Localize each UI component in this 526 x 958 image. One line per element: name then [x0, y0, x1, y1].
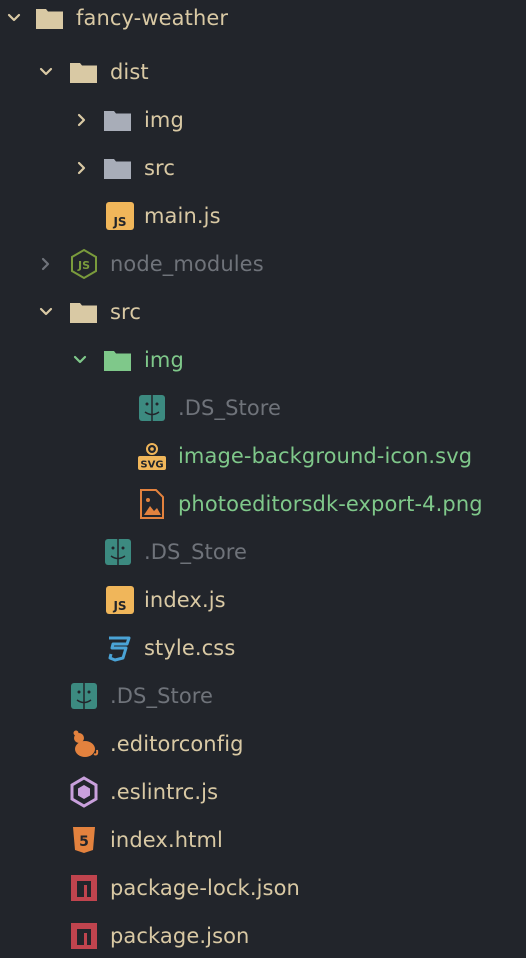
tree-item-label: .editorconfig: [110, 732, 244, 756]
tree-item-label: src: [144, 156, 175, 180]
folder-icon: [70, 303, 97, 323]
folder-icon: [104, 111, 131, 131]
tree-item-ds-store[interactable]: .DS_Store: [0, 528, 526, 576]
chevron-down-icon[interactable]: [38, 304, 54, 320]
svg-text:SVG: SVG: [140, 460, 163, 471]
editorconfig-icon: [73, 730, 99, 757]
tree-item-label: .DS_Store: [178, 396, 282, 420]
chevron-right-icon[interactable]: [38, 256, 54, 272]
tree-item-style-css[interactable]: style.css: [0, 624, 526, 672]
nodejs-icon: JS: [71, 248, 97, 280]
javascript-icon: JS: [106, 202, 134, 230]
folder-icon: [104, 351, 131, 371]
tree-item-package-json[interactable]: package.json: [0, 912, 526, 958]
tree-item-label: image-background-icon.svg: [178, 444, 473, 468]
npm-icon: [71, 875, 97, 901]
svg-text:5: 5: [79, 834, 89, 850]
tree-item-label: .DS_Store: [110, 684, 214, 708]
tree-item-label: fancy-weather: [76, 6, 229, 30]
chevron-right-icon[interactable]: [74, 160, 90, 176]
tree-item-photoeditorsdk-export-png[interactable]: photoeditorsdk-export-4.png: [0, 480, 526, 528]
tree-item-node-modules[interactable]: JS node_modules: [0, 240, 526, 288]
tree-item-label: index.html: [110, 828, 223, 852]
tree-item-dist-src[interactable]: src: [0, 144, 526, 192]
tree-item-label: src: [110, 300, 141, 324]
file-explorer-tree: fancy-weather dist img src JS main.js JS…: [0, 0, 526, 958]
tree-item-label: img: [144, 108, 184, 132]
tree-item-label: node_modules: [110, 252, 264, 276]
tree-item-src[interactable]: src: [0, 288, 526, 336]
tree-item-label: style.css: [144, 636, 236, 660]
tree-item-main-js[interactable]: JS main.js: [0, 192, 526, 240]
tree-item-label: package-lock.json: [110, 876, 300, 900]
tree-item-index-js[interactable]: JS index.js: [0, 576, 526, 624]
image-icon: [140, 489, 164, 519]
tree-item-label: .eslintrc.js: [110, 780, 219, 804]
chevron-down-icon[interactable]: [38, 64, 54, 80]
tree-item-label: img: [144, 348, 184, 372]
folder-icon: [104, 159, 131, 179]
tree-item-ds-store[interactable]: .DS_Store: [0, 384, 526, 432]
finder-icon: [105, 539, 131, 565]
css3-icon: [108, 636, 131, 662]
chevron-right-icon[interactable]: [74, 112, 90, 128]
tree-item-package-lock-json[interactable]: package-lock.json: [0, 864, 526, 912]
tree-item-editorconfig[interactable]: .editorconfig: [0, 720, 526, 768]
chevron-down-icon[interactable]: [72, 352, 88, 368]
finder-icon: [71, 683, 97, 709]
tree-item-image-background-icon-svg[interactable]: SVG image-background-icon.svg: [0, 432, 526, 480]
npm-icon: [71, 923, 97, 949]
tree-item-label: package.json: [110, 924, 250, 948]
svg-text:JS: JS: [112, 215, 126, 229]
tree-item-label: main.js: [144, 204, 221, 228]
tree-item-dist-img[interactable]: img: [0, 96, 526, 144]
svg-icon: SVG: [138, 443, 166, 471]
tree-item-index-html[interactable]: 5 index.html: [0, 816, 526, 864]
tree-item-src-img[interactable]: img: [0, 336, 526, 384]
javascript-icon: JS: [106, 586, 134, 614]
html5-icon: 5: [73, 827, 95, 853]
tree-item-label: photoeditorsdk-export-4.png: [178, 492, 483, 516]
svg-text:JS: JS: [77, 259, 90, 272]
folder-icon: [36, 9, 63, 29]
tree-item-fancy-weather[interactable]: fancy-weather: [0, 0, 526, 42]
tree-item-label: index.js: [144, 588, 226, 612]
tree-item-eslintrc-js[interactable]: .eslintrc.js: [0, 768, 526, 816]
folder-icon: [70, 63, 97, 83]
finder-icon: [139, 395, 165, 421]
eslint-icon: [70, 776, 98, 808]
chevron-down-icon[interactable]: [6, 10, 22, 26]
tree-item-ds-store[interactable]: .DS_Store: [0, 672, 526, 720]
tree-item-label: .DS_Store: [144, 540, 248, 564]
tree-item-label: dist: [110, 60, 149, 84]
tree-item-dist[interactable]: dist: [0, 48, 526, 96]
svg-text:JS: JS: [112, 599, 126, 613]
